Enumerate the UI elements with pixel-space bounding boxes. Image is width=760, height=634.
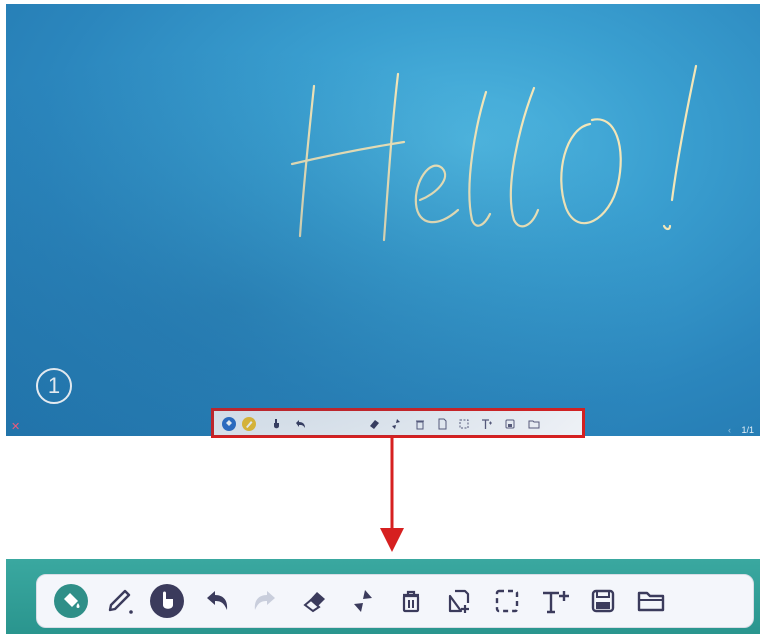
paint-bucket-icon[interactable] bbox=[221, 416, 237, 432]
hand-pointer-icon[interactable] bbox=[268, 416, 284, 432]
enlarged-toolbar bbox=[36, 574, 754, 628]
folder-icon[interactable] bbox=[526, 416, 542, 432]
save-icon[interactable] bbox=[502, 416, 518, 432]
pen-icon[interactable] bbox=[241, 416, 257, 432]
close-icon[interactable]: ✕ bbox=[11, 422, 20, 433]
pen-icon[interactable] bbox=[99, 581, 139, 621]
redo-icon[interactable] bbox=[245, 581, 285, 621]
save-icon[interactable] bbox=[583, 581, 623, 621]
toolbar-highlight-box bbox=[211, 408, 585, 438]
page-indicator: 1/1 bbox=[741, 425, 754, 435]
select-icon[interactable] bbox=[456, 416, 472, 432]
text-icon[interactable] bbox=[478, 416, 494, 432]
folder-icon[interactable] bbox=[631, 581, 671, 621]
hand-pointer-icon[interactable] bbox=[147, 581, 187, 621]
undo-icon[interactable] bbox=[197, 581, 237, 621]
new-page-icon[interactable] bbox=[434, 416, 450, 432]
step-number-badge: 1 bbox=[36, 368, 72, 404]
trash-icon[interactable] bbox=[412, 416, 428, 432]
paint-bucket-icon[interactable] bbox=[51, 581, 91, 621]
select-icon[interactable] bbox=[487, 581, 527, 621]
handwriting-ink bbox=[290, 64, 698, 242]
previous-page-icon[interactable]: ‹ bbox=[728, 425, 731, 435]
page-navigation: ‹ 1/1 bbox=[728, 425, 754, 435]
text-icon[interactable] bbox=[535, 581, 575, 621]
trash-icon[interactable] bbox=[391, 581, 431, 621]
undo-icon[interactable] bbox=[292, 416, 308, 432]
eraser-icon[interactable] bbox=[366, 416, 382, 432]
eraser-icon[interactable] bbox=[295, 581, 335, 621]
whiteboard-screen[interactable]: 1 ✕ ‹ 1/1 bbox=[6, 4, 760, 438]
new-page-icon[interactable] bbox=[439, 581, 479, 621]
shrink-icon[interactable] bbox=[343, 581, 383, 621]
shrink-icon[interactable] bbox=[388, 416, 404, 432]
